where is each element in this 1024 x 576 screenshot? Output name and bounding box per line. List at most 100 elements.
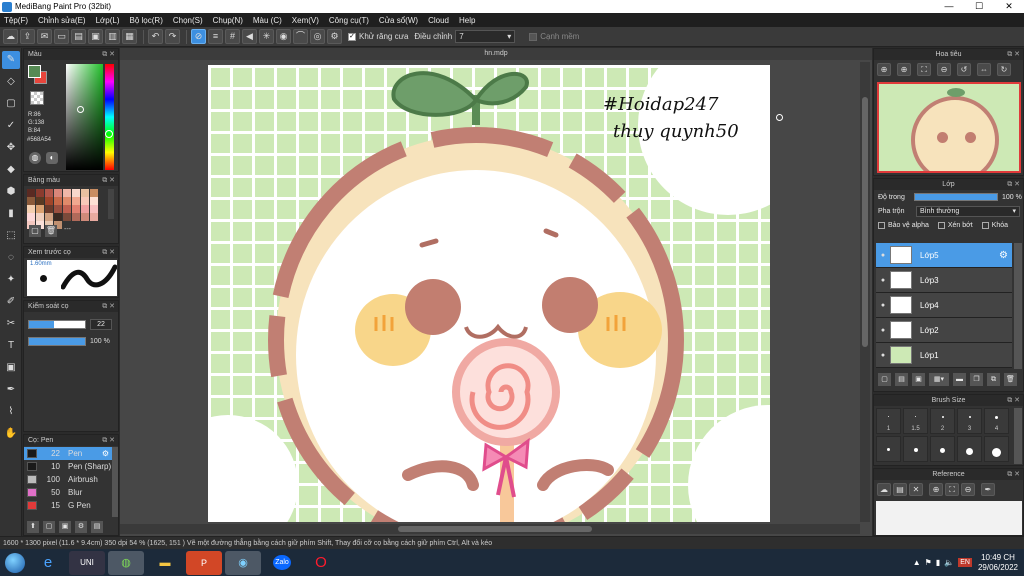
palette-swatch[interactable]	[54, 213, 62, 221]
palette-swatch[interactable]	[36, 205, 44, 213]
snap-perspective-icon[interactable]: ◀	[242, 29, 257, 44]
brush-list-item[interactable]: 15 G Pen	[24, 499, 112, 512]
brush-size-cell[interactable]: 1.5	[903, 408, 928, 434]
palette-swatch[interactable]	[45, 205, 53, 213]
menu-edit[interactable]: Chỉnh sửa(E)	[38, 16, 86, 25]
palette-scrollbar[interactable]	[108, 189, 114, 219]
close-button[interactable]: ✕	[994, 0, 1024, 13]
panel-buttons-icon[interactable]: ⧉ ✕	[102, 301, 115, 312]
menu-snap[interactable]: Chụp(N)	[213, 16, 243, 25]
palette-swatch[interactable]	[90, 197, 98, 205]
zalo-taskbar-icon[interactable]: Zalo	[264, 551, 300, 575]
antialias-checkbox[interactable]: ✓	[348, 32, 356, 41]
layer-visibility-icon[interactable]: ●	[876, 302, 890, 309]
maximize-button[interactable]: ☐	[964, 0, 994, 13]
adjust-select[interactable]: 7 ▾	[455, 30, 516, 43]
palette-swatch[interactable]	[54, 189, 62, 197]
palette-new-icon[interactable]: ▢	[29, 225, 41, 237]
brush-list-item[interactable]: 50 Blur	[24, 486, 112, 499]
rect-tool-icon[interactable]: ▢	[2, 95, 20, 113]
palette-delete-icon[interactable]: 🗑	[45, 225, 57, 237]
comment-icon[interactable]: ✉	[37, 29, 52, 44]
rotate-right-icon[interactable]: ↻	[997, 63, 1011, 76]
undo-icon[interactable]: ↶	[148, 29, 163, 44]
palette-swatch[interactable]	[63, 213, 71, 221]
ref-eyedropper-icon[interactable]: ✒	[981, 483, 995, 496]
menu-view[interactable]: Xem(V)	[292, 16, 319, 25]
layer-row[interactable]: ● Lớp1	[876, 343, 1012, 368]
layer-opacity-slider[interactable]	[914, 193, 998, 201]
brush-size-cell[interactable]: 1	[876, 408, 901, 434]
new-file-icon[interactable]: ▭	[54, 29, 69, 44]
palette-swatch[interactable]	[45, 189, 53, 197]
move-tool-icon[interactable]: ✥	[2, 139, 20, 157]
fit-screen-icon[interactable]: ⛶	[917, 63, 931, 76]
brush-list-item[interactable]: 100 Airbrush	[24, 473, 112, 486]
palette-swatch[interactable]	[45, 213, 53, 221]
layer-scrollbar[interactable]	[1014, 243, 1022, 369]
palette-swatch[interactable]	[90, 189, 98, 197]
palette-swatch[interactable]	[81, 205, 89, 213]
panel-buttons-icon[interactable]: ⧉ ✕	[102, 175, 115, 186]
book-icon[interactable]: ▦	[122, 29, 137, 44]
eraser-tool-icon[interactable]: ◇	[2, 73, 20, 91]
layer-visibility-icon[interactable]: ●	[876, 327, 890, 334]
snap-radial-icon[interactable]: ✳	[259, 29, 274, 44]
brush-size-input[interactable]: 22	[90, 319, 112, 330]
brush-size-cell[interactable]	[930, 436, 955, 462]
cloud-icon[interactable]: ☁	[3, 29, 18, 44]
hue-slider[interactable]	[105, 64, 114, 170]
canvas-vertical-scrollbar[interactable]	[860, 62, 870, 522]
palette-swatch[interactable]	[36, 197, 44, 205]
reference-area[interactable]	[876, 501, 1022, 535]
select-rect-icon[interactable]: ⬚	[2, 227, 20, 245]
layer-row[interactable]: ● Lớp2	[876, 318, 1012, 343]
bucket-tool-icon[interactable]: ⬢	[2, 183, 20, 201]
dot-tool-icon[interactable]: ✓	[2, 117, 20, 135]
palette-swatch[interactable]	[81, 189, 89, 197]
magic-wand-icon[interactable]: ✦	[2, 271, 20, 289]
page-icon[interactable]: ▥	[105, 29, 120, 44]
palette-swatch[interactable]	[27, 205, 35, 213]
tray-clock[interactable]: 10:49 CH 29/06/2022	[978, 553, 1018, 573]
layer-visibility-icon[interactable]: ●	[876, 352, 890, 359]
panel-buttons-icon[interactable]: ⧉ ✕	[1007, 49, 1020, 60]
new-folder-layer-icon[interactable]: ▣	[912, 373, 925, 386]
brush-cloud-icon[interactable]: ⬆	[27, 521, 39, 533]
ref-open-icon[interactable]: ▤	[893, 483, 907, 496]
snap-curve-icon[interactable]: ⌒	[293, 29, 308, 44]
canvas-area[interactable]: hn.mdp #Hoidap247 thuy quynh50	[120, 48, 872, 536]
save-icon[interactable]: ▣	[88, 29, 103, 44]
brush-new-icon[interactable]: ▢	[43, 521, 55, 533]
tray-lang-label[interactable]: EN	[958, 558, 972, 567]
fill-tool-icon[interactable]: ◆	[2, 161, 20, 179]
panel-buttons-icon[interactable]: ⧉ ✕	[102, 435, 115, 446]
palette-swatch[interactable]	[72, 213, 80, 221]
brush-settings-icon[interactable]: ⚙	[75, 521, 87, 533]
gradient-tool-icon[interactable]: ▮	[2, 205, 20, 223]
panel-buttons-icon[interactable]: ⧉ ✕	[1007, 469, 1020, 480]
ref-cloud-icon[interactable]: ☁	[877, 483, 891, 496]
navigator-thumbnail[interactable]	[877, 82, 1021, 173]
clipping-checkbox[interactable]	[937, 221, 945, 229]
brush-size-scrollbar[interactable]	[1014, 408, 1022, 464]
menu-cloud[interactable]: Cloud	[428, 16, 449, 25]
brush-size-cell[interactable]	[984, 436, 1009, 462]
brush-list-scrollbar[interactable]	[112, 447, 118, 517]
palette-swatch[interactable]	[27, 213, 35, 221]
foreground-color-swatch[interactable]	[28, 65, 41, 78]
layer-row[interactable]: ● Lớp5 ⚙	[876, 243, 1012, 268]
minimize-button[interactable]: —	[934, 0, 964, 13]
upload-icon[interactable]: ⇪	[20, 29, 35, 44]
palette-swatch[interactable]	[27, 189, 35, 197]
fg-bg-swatch[interactable]	[28, 65, 48, 85]
chrome-like-taskbar-icon[interactable]: ◍	[108, 550, 144, 575]
unikey-taskbar-icon[interactable]: UNI	[69, 550, 105, 575]
duplicate-layer-icon[interactable]: ❐	[970, 373, 983, 386]
opera-taskbar-icon[interactable]: O	[303, 551, 339, 575]
text-tool-icon[interactable]: T	[2, 337, 20, 355]
brush-size-cell[interactable]: 3	[957, 408, 982, 434]
artwork-canvas[interactable]: #Hoidap247 thuy quynh50	[208, 65, 770, 522]
canvas-horizontal-scrollbar[interactable]	[120, 524, 860, 534]
brush-size-slider[interactable]	[28, 320, 86, 329]
